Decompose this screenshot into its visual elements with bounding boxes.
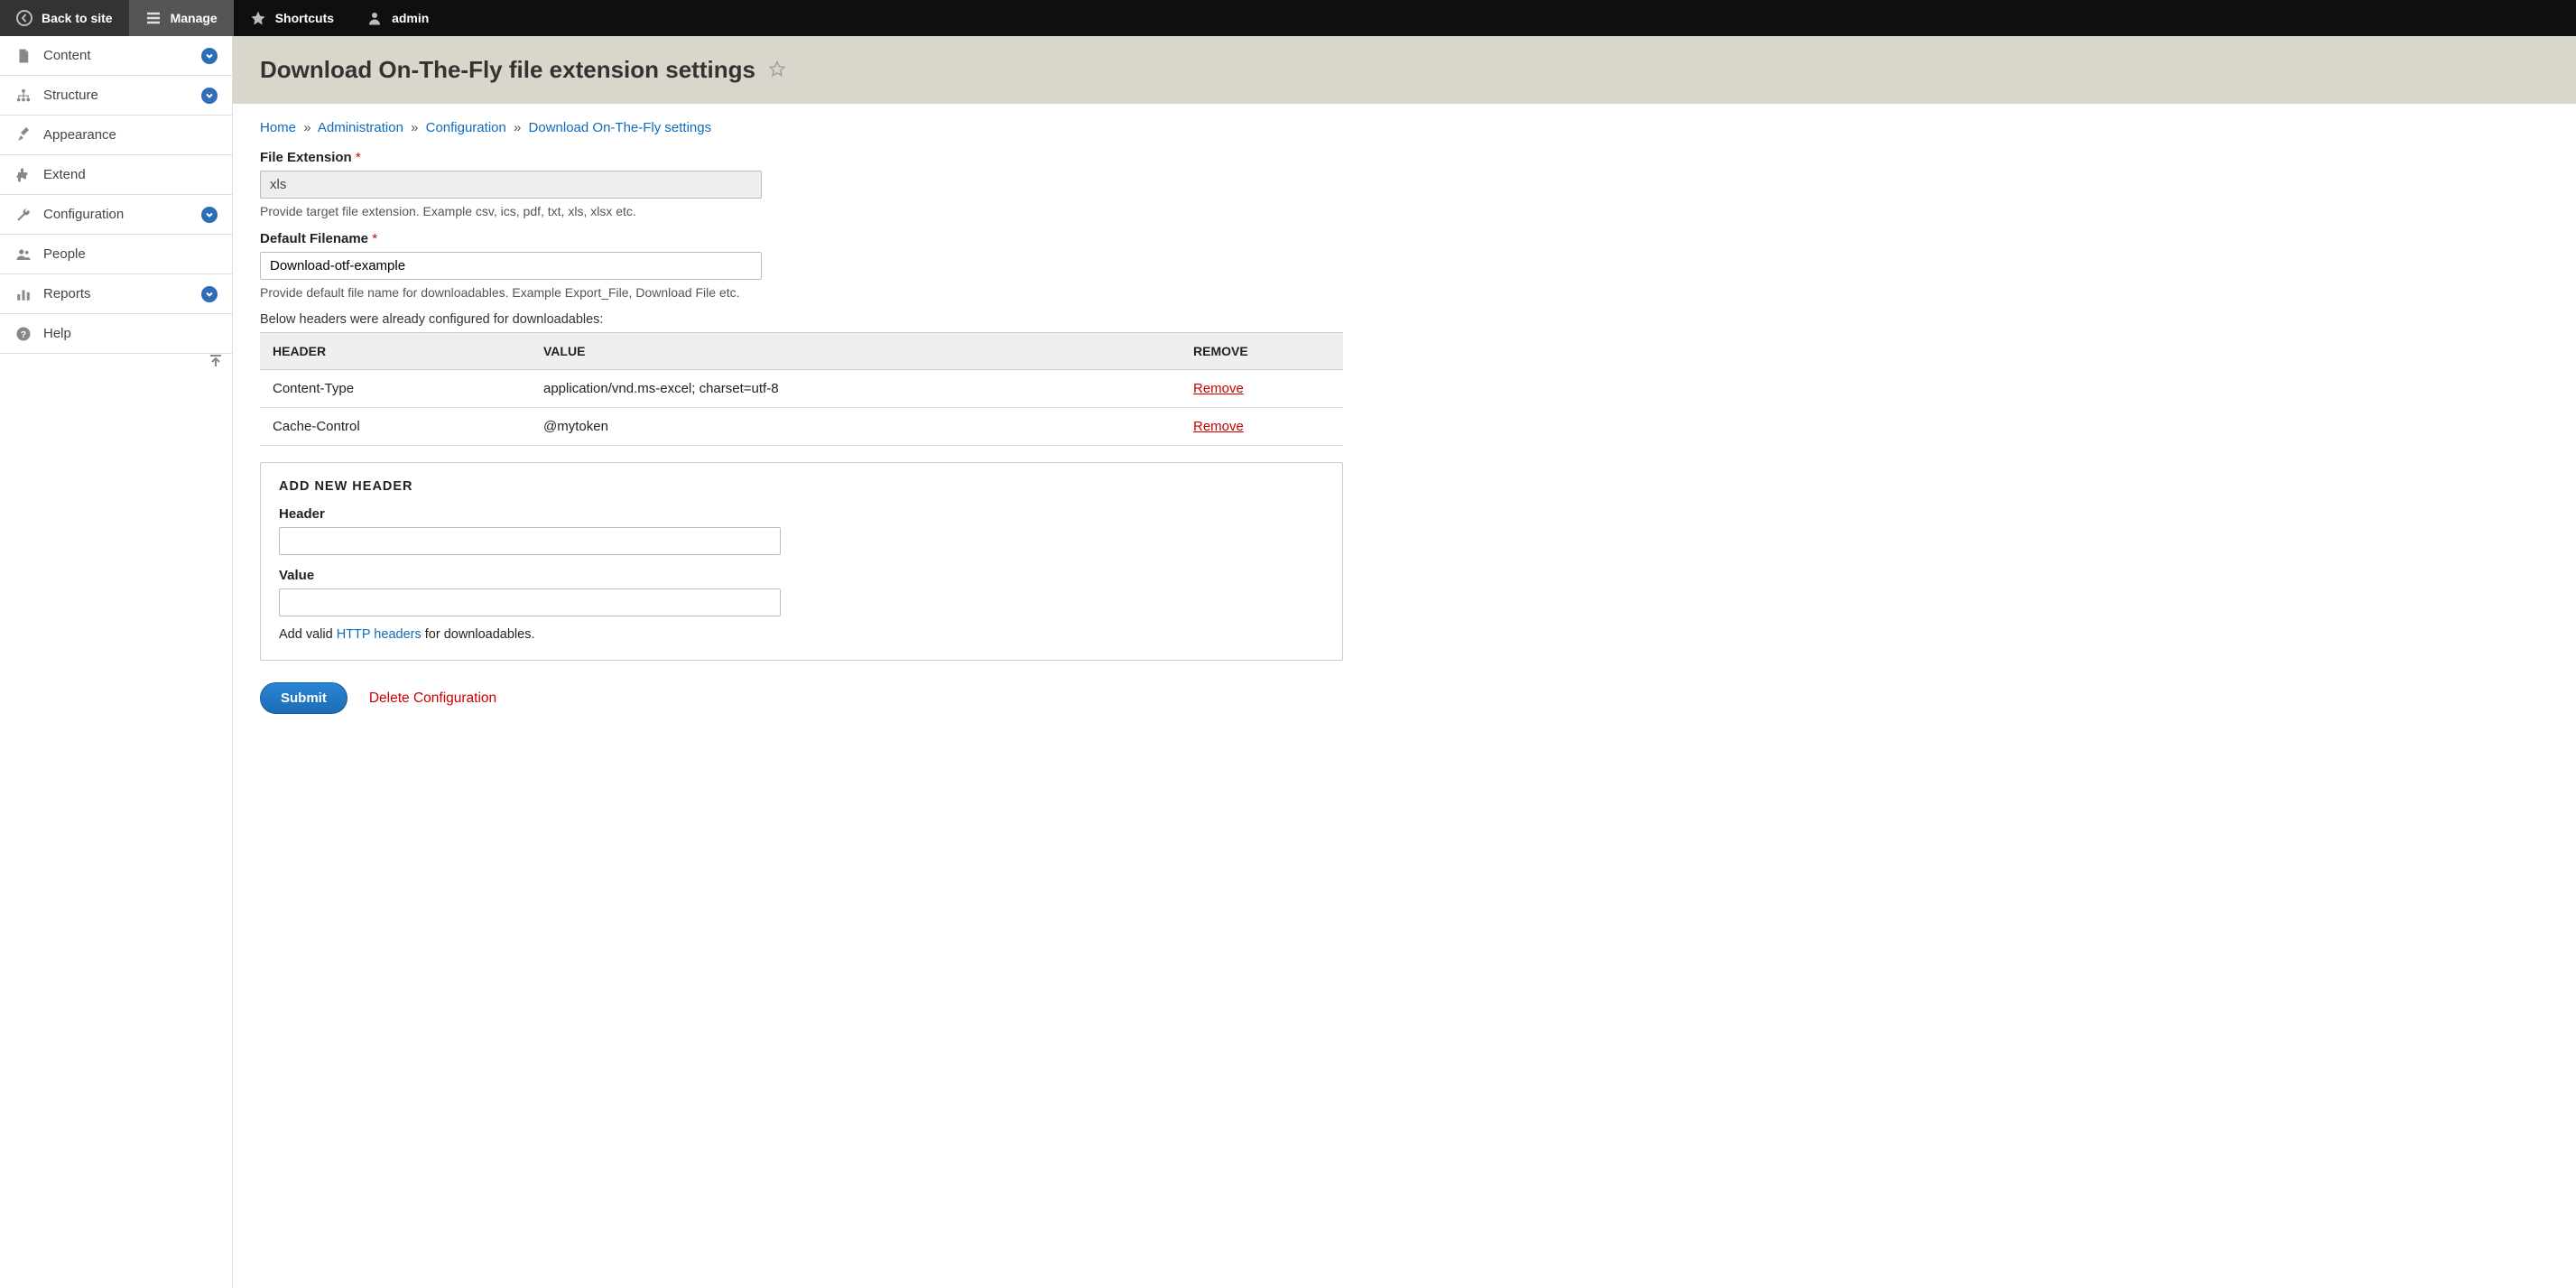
svg-text:?: ? [21,329,26,339]
hierarchy-icon [14,87,32,105]
new-header-name-wrapper: Header [279,506,1324,555]
manage-menu[interactable]: Manage [129,0,234,36]
favorite-star-icon[interactable] [768,60,786,80]
default-filename-input[interactable] [260,252,762,280]
settings-form: File Extension * Provide target file ext… [233,144,1370,741]
back-to-site[interactable]: Back to site [0,0,129,36]
headers-table: HEADER VALUE REMOVE Content-Type applica… [260,332,1343,446]
admin-sidebar: Content Structure Appearance Extend Conf… [0,36,233,1288]
chevron-down-icon[interactable] [201,286,218,302]
hamburger-icon [145,10,162,26]
breadcrumb-separator: » [407,120,422,135]
sidebar-item-appearance[interactable]: Appearance [0,116,232,155]
chevron-left-circle-icon [16,10,32,26]
user-menu[interactable]: admin [350,0,445,36]
form-actions: Submit Delete Configuration [260,682,1343,714]
default-filename-field-wrapper: Default Filename * Provide default file … [260,231,1343,300]
table-row: Cache-Control @mytoken Remove [260,408,1343,446]
bar-chart-icon [14,285,32,303]
col-header: HEADER [260,333,531,370]
people-icon [14,246,32,264]
puzzle-icon [14,166,32,184]
breadcrumb: Home » Administration » Configuration » … [233,104,2576,144]
page-header: Download On-The-Fly file extension setti… [233,36,2576,104]
remove-link[interactable]: Remove [1193,381,1244,396]
wrench-icon [14,206,32,224]
breadcrumb-home[interactable]: Home [260,120,296,135]
star-icon [250,10,266,26]
new-header-value-wrapper: Value [279,568,1324,616]
new-header-name-label: Header [279,506,1324,522]
sidebar-item-label: Extend [43,167,86,182]
new-header-value-input[interactable] [279,588,781,616]
sidebar-item-label: Content [43,48,91,63]
headers-note: Below headers were already configured fo… [260,312,1343,327]
add-header-help: Add valid HTTP headers for downloadables… [279,627,1324,642]
sidebar-item-extend[interactable]: Extend [0,155,232,195]
fieldset-legend: ADD NEW HEADER [279,479,1324,494]
sidebar-item-help[interactable]: ? Help [0,314,232,354]
col-remove: REMOVE [1181,333,1343,370]
chevron-down-icon[interactable] [201,88,218,104]
sidebar-item-content[interactable]: Content [0,36,232,76]
default-filename-label: Default Filename * [260,231,1343,246]
breadcrumb-administration[interactable]: Administration [318,120,403,135]
remove-link[interactable]: Remove [1193,419,1244,434]
header-cell: Content-Type [260,370,531,408]
table-row: Content-Type application/vnd.ms-excel; c… [260,370,1343,408]
admin-toolbar: Back to site Manage Shortcuts admin [0,0,2576,36]
user-label: admin [392,11,429,25]
main-content: Download On-The-Fly file extension setti… [233,36,2576,1288]
shortcuts-menu[interactable]: Shortcuts [234,0,350,36]
sidebar-item-people[interactable]: People [0,235,232,274]
back-to-site-label: Back to site [42,11,113,25]
sidebar-item-label: Structure [43,88,98,103]
http-headers-link[interactable]: HTTP headers [337,627,422,642]
sidebar-item-reports[interactable]: Reports [0,274,232,314]
breadcrumb-configuration[interactable]: Configuration [426,120,506,135]
new-header-name-input[interactable] [279,527,781,555]
shortcuts-label: Shortcuts [275,11,334,25]
sidebar-item-label: People [43,246,86,262]
manage-label: Manage [171,11,218,25]
submit-button[interactable]: Submit [260,682,347,714]
sidebar-item-configuration[interactable]: Configuration [0,195,232,235]
paintbrush-icon [14,126,32,144]
default-filename-description: Provide default file name for downloadab… [260,285,1343,300]
breadcrumb-separator: » [510,120,524,135]
chevron-down-icon[interactable] [201,48,218,64]
col-value: VALUE [531,333,1181,370]
sidebar-item-label: Configuration [43,207,124,222]
file-extension-description: Provide target file extension. Example c… [260,204,1343,218]
user-icon [366,10,383,26]
sidebar-item-label: Appearance [43,127,116,143]
collapse-sidebar-icon[interactable] [208,354,223,371]
sidebar-item-label: Help [43,326,71,341]
help-icon: ? [14,325,32,343]
header-cell: Cache-Control [260,408,531,446]
file-extension-field-wrapper: File Extension * Provide target file ext… [260,150,1343,218]
new-header-value-label: Value [279,568,1324,583]
file-extension-label: File Extension * [260,150,1343,165]
breadcrumb-settings[interactable]: Download On-The-Fly settings [529,120,712,135]
value-cell: application/vnd.ms-excel; charset=utf-8 [531,370,1181,408]
page-title: Download On-The-Fly file extension setti… [260,56,755,84]
document-icon [14,47,32,65]
file-extension-input [260,171,762,199]
sidebar-item-structure[interactable]: Structure [0,76,232,116]
delete-configuration-link[interactable]: Delete Configuration [369,690,496,707]
chevron-down-icon[interactable] [201,207,218,223]
add-new-header-fieldset: ADD NEW HEADER Header Value Add valid HT… [260,462,1343,661]
breadcrumb-separator: » [300,120,314,135]
sidebar-item-label: Reports [43,286,91,301]
value-cell: @mytoken [531,408,1181,446]
